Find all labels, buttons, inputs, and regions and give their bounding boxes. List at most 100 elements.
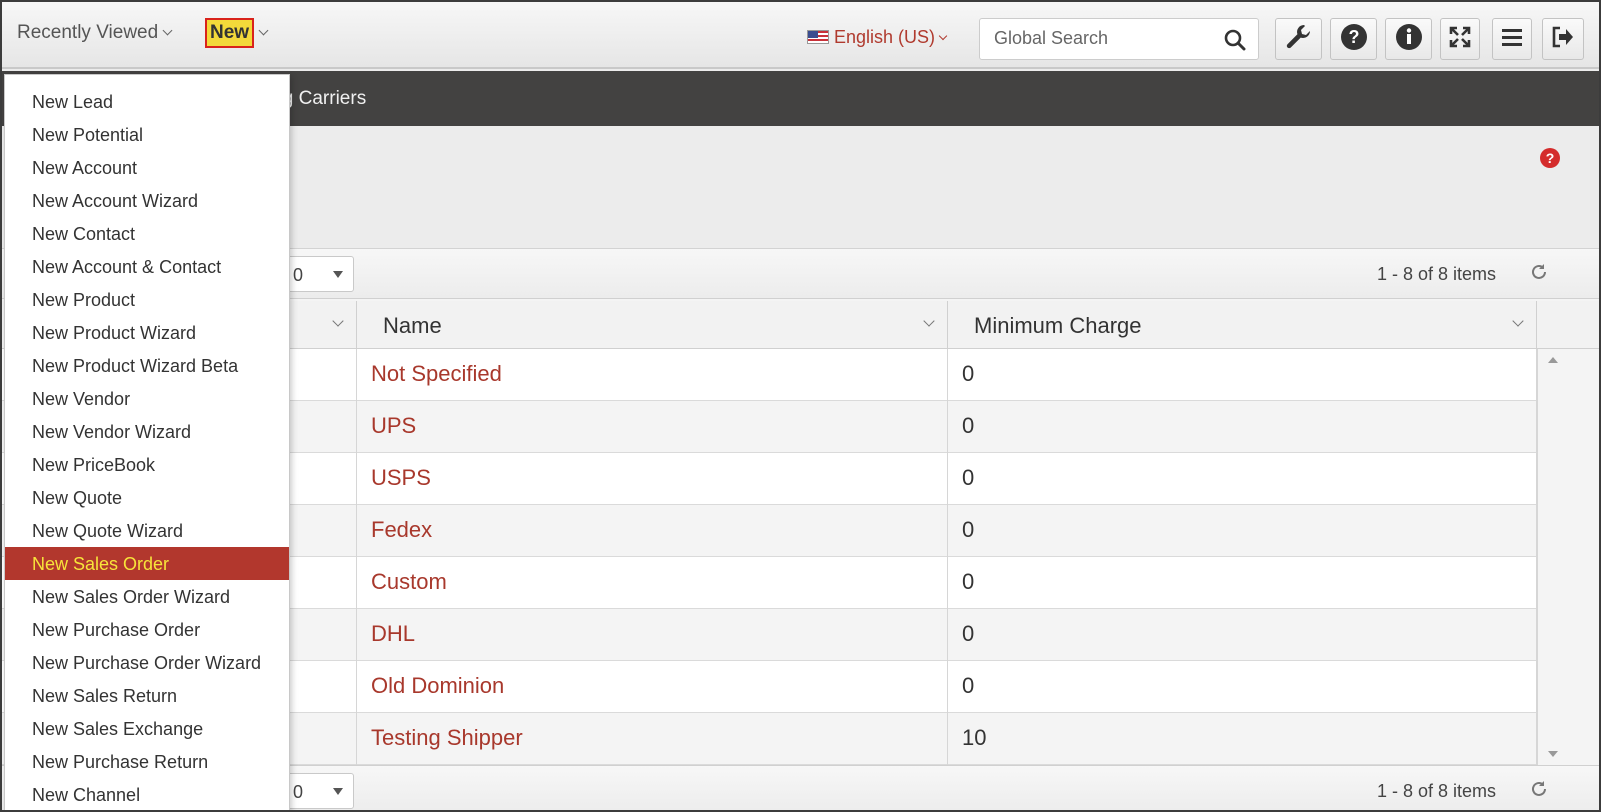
- carrier-name-link[interactable]: UPS: [357, 401, 948, 453]
- chevron-down-icon[interactable]: [1512, 315, 1524, 327]
- menu-item-label: New Channel: [32, 785, 141, 805]
- menu-item-label: New Contact: [32, 224, 136, 244]
- menu-item-label: New Purchase Order Wizard: [32, 653, 262, 673]
- scroll-up-icon[interactable]: [1548, 357, 1558, 363]
- pager-info: 1 - 8 of 8 items: [1377, 781, 1497, 801]
- chevron-down-icon: [162, 25, 173, 36]
- chevron-down-icon[interactable]: [332, 315, 344, 327]
- menu-item-label: New Vendor Wizard: [32, 422, 192, 442]
- carrier-name-link[interactable]: USPS: [357, 453, 948, 505]
- carrier-name-link[interactable]: Old Dominion: [357, 661, 948, 713]
- menu-item-new-vendor-wizard[interactable]: New Vendor Wizard: [5, 415, 289, 448]
- menu-item-label: New Product Wizard: [32, 323, 197, 343]
- minimum-charge-cell: 0: [948, 505, 1537, 557]
- grid-scrollbar[interactable]: [1537, 349, 1567, 765]
- chevron-down-icon: [938, 31, 948, 41]
- minimum-charge-cell: 0: [948, 661, 1537, 713]
- menu-item-new-product-wizard[interactable]: New Product Wizard: [5, 316, 289, 349]
- main-menu-button[interactable]: [1492, 18, 1532, 60]
- carrier-name-link[interactable]: DHL: [357, 609, 948, 661]
- menu-item-label: New Sales Order: [30, 553, 190, 575]
- menu-item-new-sales-exchange[interactable]: New Sales Exchange: [5, 712, 289, 745]
- chevron-down-icon[interactable]: [923, 315, 935, 327]
- menu-item-label: New Quote Wizard: [32, 521, 184, 541]
- minimum-charge-cell: 0: [948, 453, 1537, 505]
- menu-item-new-purchase-order[interactable]: New Purchase Order: [5, 613, 289, 646]
- carrier-name-link[interactable]: Custom: [357, 557, 948, 609]
- menu-item-new-account-contact[interactable]: New Account & Contact: [5, 250, 289, 283]
- carrier-name-link[interactable]: Fedex: [357, 505, 948, 557]
- column-header-name[interactable]: Name: [357, 301, 948, 349]
- menu-item-new-quote-wizard[interactable]: New Quote Wizard: [5, 514, 289, 547]
- caret-down-icon: [333, 788, 343, 795]
- logout-icon: [1551, 26, 1575, 53]
- menu-item-new-sales-order-wizard[interactable]: New Sales Order Wizard: [5, 580, 289, 613]
- caret-down-icon: [333, 271, 343, 278]
- help-icon: ?: [1340, 23, 1368, 56]
- menu-item-label: New Product: [32, 290, 136, 310]
- recently-viewed-menu[interactable]: Recently Viewed: [17, 22, 173, 44]
- menu-item-new-pricebook[interactable]: New PriceBook: [5, 448, 289, 481]
- logout-button[interactable]: [1542, 18, 1584, 60]
- info-button[interactable]: [1385, 18, 1432, 60]
- svg-text:?: ?: [1546, 150, 1555, 166]
- minimum-charge-cell: 0: [948, 401, 1537, 453]
- column-name-label: Name: [383, 313, 442, 338]
- chevron-down-icon: [258, 25, 269, 36]
- minimum-charge-cell: 0: [948, 557, 1537, 609]
- svg-text:?: ?: [1348, 27, 1359, 47]
- menu-item-new-channel[interactable]: New Channel: [5, 778, 289, 810]
- menu-item-label: New Account Wizard: [32, 191, 199, 211]
- global-search-input[interactable]: [994, 28, 1214, 49]
- fullscreen-button[interactable]: [1440, 18, 1480, 60]
- menu-item-new-account-wizard[interactable]: New Account Wizard: [5, 184, 289, 217]
- menu-item-new-vendor[interactable]: New Vendor: [5, 382, 289, 415]
- menu-item-label: New Lead: [32, 92, 114, 112]
- new-button[interactable]: New: [205, 18, 255, 48]
- menu-item-new-purchase-order-wizard[interactable]: New Purchase Order Wizard: [5, 646, 289, 679]
- menu-item-label: New Purchase Order: [32, 620, 201, 640]
- minimum-charge-cell: 0: [948, 349, 1537, 401]
- page-size-select[interactable]: 0: [282, 256, 354, 292]
- menu-item-new-contact[interactable]: New Contact: [5, 217, 289, 250]
- refresh-icon[interactable]: [1530, 780, 1548, 803]
- new-menu-toggle[interactable]: New: [205, 18, 269, 48]
- menu-item-new-product[interactable]: New Product: [5, 283, 289, 316]
- language-selector[interactable]: English (US): [807, 27, 948, 48]
- page-size-value: 0: [293, 265, 304, 285]
- menu-item-new-account[interactable]: New Account: [5, 151, 289, 184]
- search-icon[interactable]: [1224, 29, 1246, 56]
- menu-item-new-quote[interactable]: New Quote: [5, 481, 289, 514]
- carrier-name-link[interactable]: Testing Shipper: [357, 713, 948, 765]
- info-icon: [1395, 23, 1423, 56]
- menu-item-new-purchase-return[interactable]: New Purchase Return: [5, 745, 289, 778]
- menu-item-new-lead[interactable]: New Lead: [5, 85, 289, 118]
- menu-item-new-product-wizard-beta[interactable]: New Product Wizard Beta: [5, 349, 289, 382]
- menu-item-new-sales-order[interactable]: New Sales Order: [5, 547, 289, 580]
- menu-item-label: New Product Wizard Beta: [32, 356, 239, 376]
- menu-item-label: New Account & Contact: [32, 257, 222, 277]
- help-red-icon[interactable]: ?: [1539, 147, 1561, 174]
- minimum-charge-cell: 0: [948, 609, 1537, 661]
- help-button[interactable]: ?: [1330, 18, 1377, 60]
- refresh-icon[interactable]: [1530, 263, 1548, 286]
- menu-item-new-potential[interactable]: New Potential: [5, 118, 289, 151]
- pager-info: 1 - 8 of 8 items: [1377, 264, 1497, 284]
- fullscreen-icon: [1449, 26, 1471, 53]
- carrier-name-link[interactable]: Not Specified: [357, 349, 948, 401]
- page-size-select[interactable]: 0: [282, 773, 354, 809]
- menu-item-label: New Potential: [32, 125, 144, 145]
- menu-item-label: New Sales Return: [32, 686, 178, 706]
- language-label: English (US): [834, 27, 936, 47]
- top-bar: Recently Viewed New English (US) ?: [2, 2, 1599, 69]
- minimum-charge-cell: 10: [948, 713, 1537, 765]
- menu-item-label: New PriceBook: [32, 455, 156, 475]
- column-header-minimum-charge[interactable]: Minimum Charge: [948, 301, 1537, 349]
- flag-us-icon: [807, 30, 829, 44]
- menu-item-new-sales-return[interactable]: New Sales Return: [5, 679, 289, 712]
- app-frame: Recently Viewed New English (US) ?: [0, 0, 1601, 812]
- menu-icon: [1501, 27, 1523, 52]
- scroll-down-icon[interactable]: [1548, 751, 1558, 757]
- menu-item-label: New Account: [32, 158, 138, 178]
- settings-wrench-button[interactable]: [1275, 18, 1322, 60]
